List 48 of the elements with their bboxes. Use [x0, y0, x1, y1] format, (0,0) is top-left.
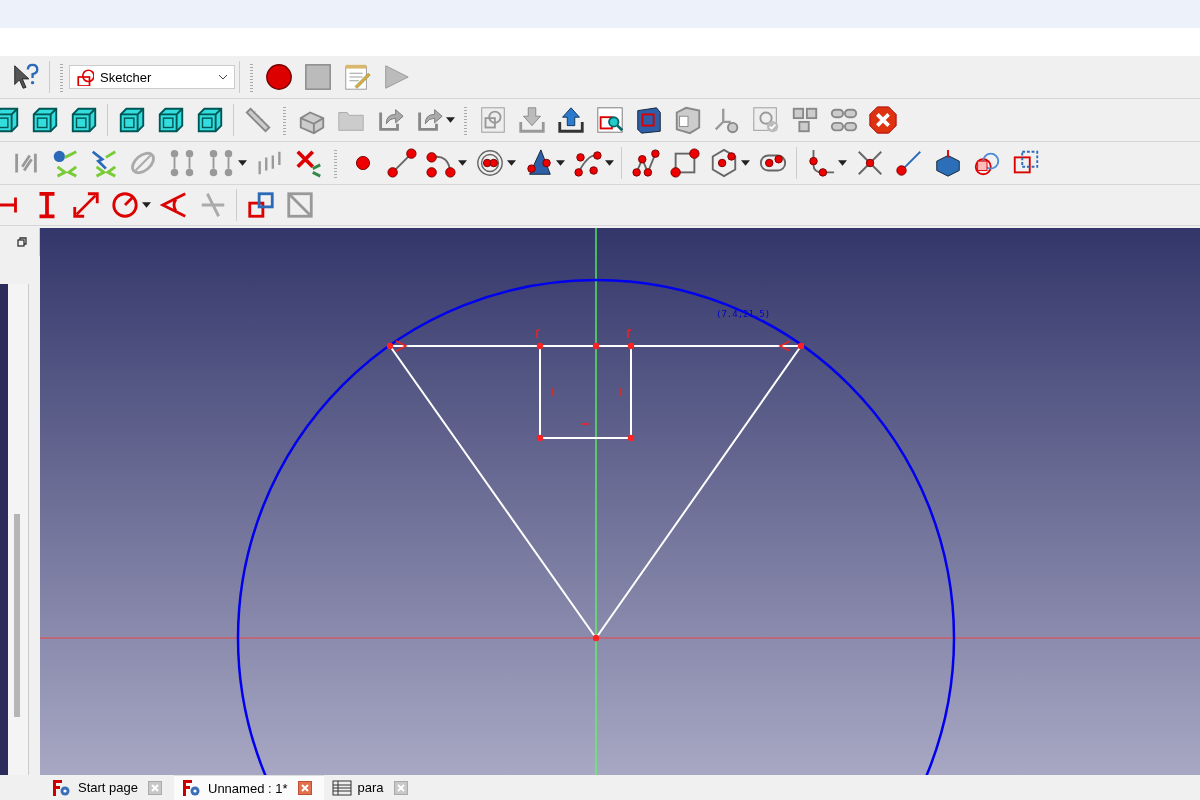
vertex-point[interactable]	[386, 342, 394, 350]
angle-icon[interactable]	[158, 190, 189, 220]
caret-icon[interactable]	[458, 160, 467, 166]
cube-icon[interactable]	[0, 105, 21, 135]
close-icon[interactable]	[297, 781, 312, 795]
document-tab[interactable]: Start page	[44, 775, 174, 800]
document-tab[interactable]: Unnamed : 1*	[174, 775, 324, 800]
caret-icon[interactable]	[142, 202, 151, 208]
close-icon[interactable]	[867, 105, 898, 135]
circle-icon[interactable]	[474, 148, 505, 178]
caret-icon[interactable]	[605, 160, 614, 166]
vertex-point[interactable]	[592, 634, 600, 642]
ruler-icon[interactable]	[242, 105, 273, 135]
polyline-icon[interactable]	[630, 148, 661, 178]
vertex-point[interactable]	[536, 342, 544, 350]
rectangle-icon[interactable]	[669, 148, 700, 178]
vertex-point[interactable]	[797, 342, 805, 350]
vertex-point[interactable]	[536, 434, 544, 442]
caret-icon[interactable]	[556, 160, 565, 166]
stop-icon[interactable]	[302, 62, 333, 92]
workbench-dropdown[interactable]: Sketcher	[69, 65, 235, 89]
extend-icon[interactable]	[893, 148, 924, 178]
vertex-point[interactable]	[627, 342, 635, 350]
scrollbar-track[interactable]	[8, 284, 29, 775]
restore-icon[interactable]	[17, 237, 27, 247]
caret-icon[interactable]	[838, 160, 847, 166]
upload-icon[interactable]	[555, 105, 586, 135]
arrow-icon[interactable]	[70, 190, 101, 220]
caret-icon[interactable]	[741, 160, 750, 166]
line-icon[interactable]	[386, 148, 417, 178]
vertex-point[interactable]	[627, 434, 635, 442]
f-gear-icon	[182, 779, 202, 797]
curve-icon[interactable]	[572, 148, 603, 178]
caret-icon[interactable]	[446, 117, 455, 123]
scrollbar-thumb[interactable]	[14, 514, 20, 717]
table-icon	[331, 778, 352, 797]
radius-icon[interactable]	[109, 190, 140, 220]
f-gear-icon	[52, 778, 72, 797]
document-tab[interactable]: para	[323, 775, 420, 800]
squares-icon[interactable]	[245, 190, 276, 220]
caret-icon[interactable]	[507, 160, 516, 166]
chevron-down-icon	[218, 74, 228, 80]
sketch-icon	[76, 68, 94, 86]
caret-icon[interactable]	[238, 160, 247, 166]
vertex-point[interactable]	[592, 342, 600, 350]
check-icon[interactable]	[750, 105, 781, 135]
record-icon[interactable]	[263, 62, 294, 92]
zoom-icon[interactable]	[594, 105, 625, 135]
